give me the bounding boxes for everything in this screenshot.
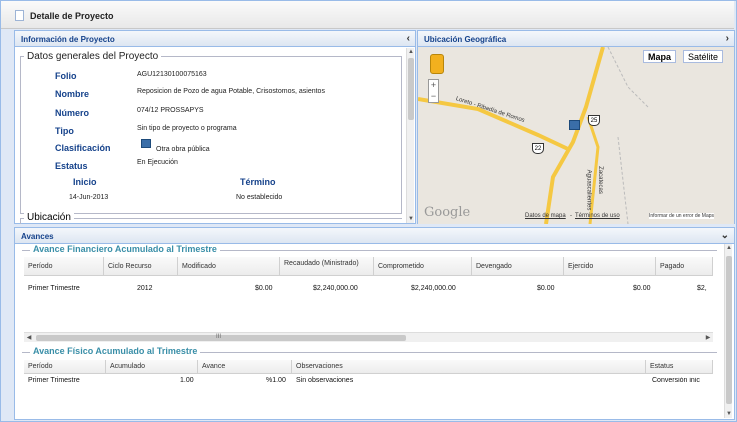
fin-ciclo: 2012 — [137, 285, 153, 292]
fisico-grid-header: Período Acumulado Avance Observaciones E… — [24, 360, 713, 374]
fis-observaciones: Sin observaciones — [296, 377, 354, 384]
fin-modificado: $0.00 — [255, 285, 273, 292]
map-attribution-separator: - — [570, 213, 572, 219]
project-info-panel: Información de Proyecto ‹ Datos generale… — [14, 30, 416, 224]
document-icon — [15, 10, 24, 21]
zoom-out-icon[interactable]: − — [431, 91, 436, 101]
termino-value: No establecido — [236, 194, 283, 201]
info-scrollbar[interactable]: ▲ ▼ — [406, 48, 414, 223]
ubicacion-legend: Ubicación — [24, 212, 74, 223]
avances-scroll-up-icon[interactable]: ▲ — [725, 245, 733, 251]
window-titlebar: Detalle de Proyecto — [1, 1, 734, 29]
col-recaudado[interactable]: Recaudado (Ministrado) — [280, 257, 374, 276]
chevron-right-icon[interactable]: › — [726, 33, 729, 44]
folio-value: AGU12130100075163 — [137, 71, 207, 78]
fcol-periodo[interactable]: Período — [24, 360, 106, 374]
geo-title: Ubicación Geográfica — [424, 35, 507, 44]
folio-label: Folio — [55, 71, 77, 81]
numero-value: 074/12 PROSSAPYS — [137, 107, 204, 114]
fisico-title: Avance Físico Acumulado al Trimestre — [30, 346, 201, 356]
google-logo: Google — [424, 205, 471, 220]
avances-scrollbar[interactable]: ▲ ▼ — [724, 244, 732, 418]
state-label-aguascalientes: Aguascalientes — [585, 169, 592, 211]
highway-shield-25: 25 — [588, 115, 600, 126]
col-ciclo-recurso[interactable]: Ciclo Recurso — [104, 257, 178, 276]
col-modificado[interactable]: Modificado — [178, 257, 280, 276]
map-type-satellite[interactable]: Satélite — [683, 50, 724, 63]
estatus-label: Estatus — [55, 161, 88, 171]
avances-scroll-thumb[interactable] — [726, 256, 732, 404]
map-data-link[interactable]: Datos de mapa — [525, 213, 566, 219]
avances-header: Avances ⌄ — [15, 228, 734, 244]
zoom-control[interactable]: + − — [428, 79, 439, 103]
tipo-label: Tipo — [55, 126, 74, 136]
scroll-grip: III — [216, 334, 222, 340]
inicio-label: Inicio — [73, 177, 97, 187]
col-ejercido[interactable]: Ejercido — [564, 257, 656, 276]
map-roads — [418, 47, 649, 224]
fcol-acumulado[interactable]: Acumulado — [106, 360, 198, 374]
fin-recaudado: $2,240,000.00 — [313, 285, 358, 292]
window-title: Detalle de Proyecto — [30, 11, 114, 21]
report-error-link[interactable]: Informar de un error de Maps — [649, 213, 715, 219]
col-pagado[interactable]: Pagado — [656, 257, 713, 276]
financiero-title: Avance Financiero Acumulado al Trimestre — [30, 244, 220, 254]
fin-devengado: $0.00 — [537, 285, 555, 292]
fin-periodo: Primer Trimestre — [28, 285, 80, 292]
avances-panel: Avances ⌄ — [14, 227, 735, 420]
scroll-up-icon[interactable]: ▲ — [407, 49, 415, 55]
fis-periodo: Primer Trimestre — [28, 377, 80, 384]
fcol-observaciones[interactable]: Observaciones — [292, 360, 646, 374]
financiero-grid-header: Período Ciclo Recurso Modificado Recauda… — [24, 257, 713, 276]
chevron-left-icon[interactable]: ‹ — [407, 33, 410, 44]
project-marker-icon[interactable] — [569, 120, 580, 130]
info-scroll-thumb[interactable] — [408, 58, 414, 120]
tipo-value: Sin tipo de proyecto o programa — [137, 125, 237, 132]
geo-header: Ubicación Geográfica › — [418, 31, 734, 47]
nombre-label: Nombre — [55, 89, 90, 99]
zoom-in-icon[interactable]: + — [431, 80, 436, 90]
project-info-header: Información de Proyecto ‹ — [15, 31, 415, 47]
col-periodo[interactable]: Período — [24, 257, 104, 276]
ubicacion-fieldset-top — [20, 218, 402, 224]
fcol-avance[interactable]: Avance — [198, 360, 292, 374]
project-info-title: Información de Proyecto — [21, 35, 115, 44]
col-devengado[interactable]: Devengado — [472, 257, 564, 276]
clasificacion-label: Clasificación — [55, 143, 111, 153]
clasificacion-value: Otra obra pública — [156, 146, 210, 153]
scroll-right-icon[interactable]: ▶ — [704, 334, 712, 341]
general-data-legend: Datos generales del Proyecto — [27, 51, 159, 62]
map-type-map[interactable]: Mapa — [643, 50, 677, 63]
highway-shield-22: 22 — [532, 143, 544, 154]
fin-comprometido: $2,240,000.00 — [411, 285, 456, 292]
building-icon — [141, 139, 151, 148]
chevron-down-icon[interactable]: ⌄ — [721, 230, 729, 241]
scroll-left-icon[interactable]: ◀ — [25, 334, 33, 341]
col-comprometido[interactable]: Comprometido — [374, 257, 472, 276]
general-data-fieldset: Datos generales del Proyecto — [20, 51, 402, 214]
map-view[interactable]: Mapa Satélite + − Loreto - Ribadía de Rom… — [418, 47, 734, 224]
financiero-hscroll[interactable]: ◀ III ▶ — [24, 332, 713, 342]
fin-pagado: $2, — [697, 285, 707, 292]
terms-link[interactable]: Términos de uso — [575, 213, 620, 219]
numero-label: Número — [55, 108, 90, 118]
nombre-value: Reposicion de Pozo de agua Potable, Cris… — [137, 88, 325, 95]
fin-ejercido: $0.00 — [633, 285, 651, 292]
avances-title: Avances — [21, 232, 54, 241]
fis-avance: %1.00 — [266, 377, 286, 384]
scroll-down-icon[interactable]: ▼ — [407, 216, 415, 222]
estatus-value: En Ejecución — [137, 159, 178, 166]
avances-scroll-down-icon[interactable]: ▼ — [725, 411, 733, 417]
fcol-estatus[interactable]: Estatus — [646, 360, 713, 374]
termino-label: Término — [240, 177, 276, 187]
fis-acumulado: 1.00 — [180, 377, 194, 384]
street-view-pegman-icon[interactable] — [430, 54, 444, 74]
inicio-value: 14-Jun-2013 — [69, 194, 109, 201]
fis-estatus: Conversión inic — [652, 377, 700, 384]
state-label-zacatecas: Zacatecas — [596, 166, 603, 194]
